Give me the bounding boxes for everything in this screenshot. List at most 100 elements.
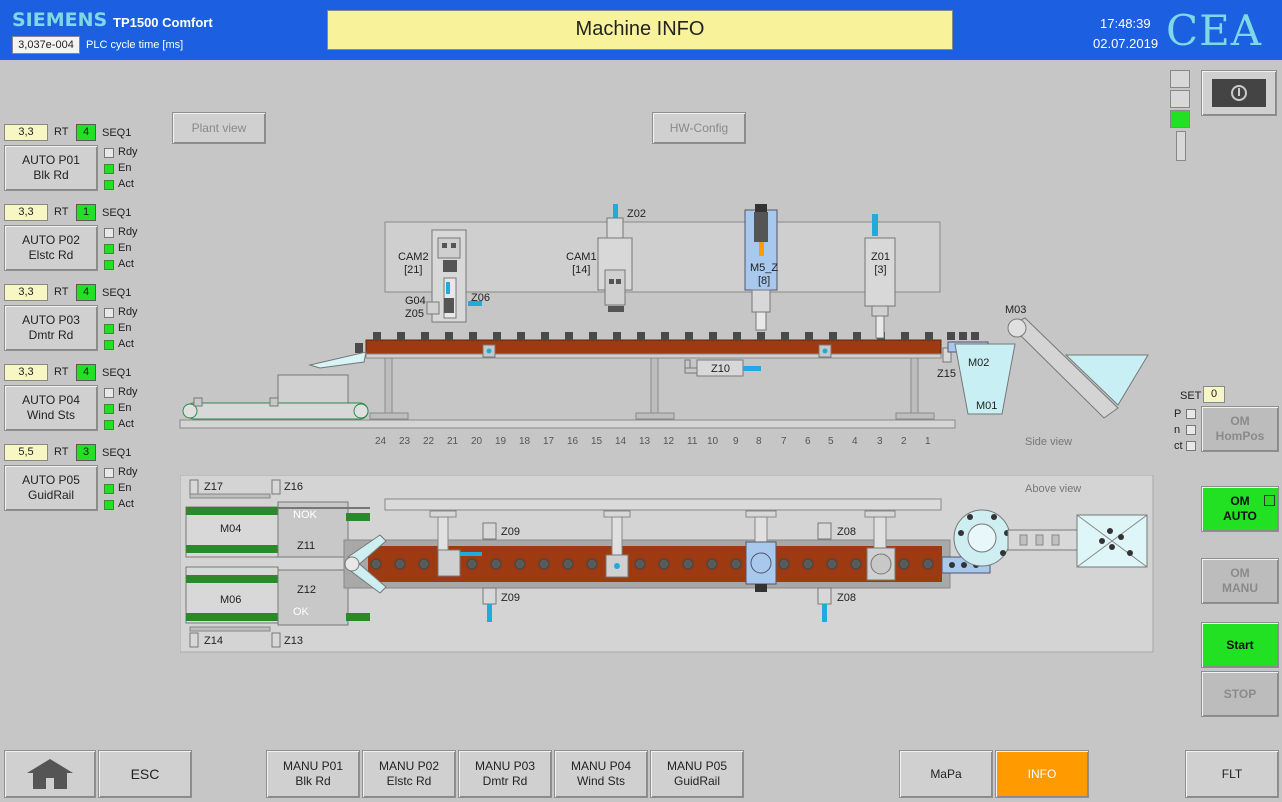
plant-view-button[interactable]: Plant view [172, 112, 266, 144]
station-rt-label: RT [54, 206, 69, 218]
position-number: 5 [828, 436, 834, 447]
position-number: 22 [423, 436, 435, 447]
rdy-indicator [104, 228, 114, 238]
home-button[interactable] [4, 750, 96, 798]
siemens-logo: SIEMENS [12, 9, 108, 31]
z09-top-label: Z09 [501, 526, 520, 538]
m5z-label: M5_Z [8] [750, 262, 779, 287]
z08-bottom-label: Z08 [837, 592, 856, 604]
om-manu-button[interactable]: OM MANU [1201, 558, 1279, 604]
station-auto-button[interactable]: AUTO P03 Dmtr Rd [4, 305, 98, 351]
position-number: 15 [591, 436, 603, 447]
position-number: 7 [781, 436, 787, 447]
z10-label: Z10 [711, 363, 730, 375]
station-value[interactable]: 3,3 [4, 284, 48, 301]
station-value[interactable]: 3,3 [4, 124, 48, 141]
rdy-label: Rdy [118, 146, 138, 158]
esc-button[interactable]: ESC [98, 750, 192, 798]
manu-p02-button[interactable]: MANU P02 Elstc Rd [362, 750, 456, 798]
z16-label: Z16 [284, 481, 303, 493]
manu-p04-button[interactable]: MANU P04 Wind Sts [554, 750, 648, 798]
rdy-indicator [104, 388, 114, 398]
station-seq-label: SEQ1 [102, 367, 132, 379]
info-button[interactable]: INFO [995, 750, 1089, 798]
position-number: 6 [805, 436, 811, 447]
level-bar [1176, 131, 1186, 161]
manu-p01-button[interactable]: MANU P01 Blk Rd [266, 750, 360, 798]
station-rt-label: RT [54, 126, 69, 138]
p-indicator [1186, 409, 1196, 419]
ct-label: ct [1174, 440, 1183, 452]
header-bar: SIEMENS TP1500 Comfort 3,037e-004 PLC cy… [0, 0, 1282, 60]
station-rt-label: RT [54, 286, 69, 298]
en-label: En [118, 482, 132, 494]
act-label: Act [118, 178, 134, 190]
position-number: 24 [375, 436, 387, 447]
flt-button[interactable]: FLT [1185, 750, 1279, 798]
rdy-label: Rdy [118, 386, 138, 398]
stop-button[interactable]: STOP [1201, 671, 1279, 717]
rdy-label: Rdy [118, 226, 138, 238]
position-number: 11 [687, 436, 698, 447]
position-number: 14 [615, 436, 627, 447]
cycle-time-label: PLC cycle time [ms] [86, 39, 184, 51]
rdy-indicator [104, 308, 114, 318]
manu-p05-button[interactable]: MANU P05 GuidRail [650, 750, 744, 798]
manu-p03-button[interactable]: MANU P03 Dmtr Rd [458, 750, 552, 798]
station-auto-button[interactable]: AUTO P01 Blk Rd [4, 145, 98, 191]
station-seq-label: SEQ1 [102, 207, 132, 219]
position-number: 20 [471, 436, 483, 447]
position-number: 9 [733, 436, 739, 447]
station-auto-button[interactable]: AUTO P05 GuidRail [4, 465, 98, 511]
position-number: 1 [925, 436, 931, 447]
n-label: n [1174, 424, 1181, 436]
om-hompos-button[interactable]: OM HomPos [1201, 406, 1279, 452]
indicator-lamp-1 [1170, 70, 1190, 88]
station-auto-button[interactable]: AUTO P02 Elstc Rd [4, 225, 98, 271]
position-number: 17 [543, 436, 555, 447]
position-number: 16 [567, 436, 579, 447]
station-count: 3 [76, 444, 96, 461]
z17-label: Z17 [204, 481, 223, 493]
station-value[interactable]: 3,3 [4, 364, 48, 381]
z15-label: Z15 [937, 368, 956, 380]
station-value[interactable]: 3,3 [4, 204, 48, 221]
position-number: 2 [901, 436, 907, 447]
en-label: En [118, 242, 132, 254]
ok-label: OK [293, 606, 309, 618]
station-count: 4 [76, 364, 96, 381]
act-indicator [104, 340, 114, 350]
z14-label: Z14 [204, 635, 223, 647]
p-label: P [1174, 408, 1182, 420]
om-auto-button[interactable]: OM AUTO [1201, 486, 1279, 532]
panel-model: TP1500 Comfort [113, 15, 213, 30]
mapa-button[interactable]: MaPa [899, 750, 993, 798]
above-view-diagram [180, 475, 1154, 653]
hw-config-button[interactable]: HW-Config [652, 112, 746, 144]
above-view-caption: Above view [1025, 483, 1082, 495]
station-value[interactable]: 5,5 [4, 444, 48, 461]
z08-top-label: Z08 [837, 526, 856, 538]
rdy-label: Rdy [118, 306, 138, 318]
clock-date: 02.07.2019 [1093, 36, 1159, 51]
station-seq-label: SEQ1 [102, 127, 132, 139]
m02-label: M02 [968, 357, 990, 369]
m01-label: M01 [976, 400, 998, 412]
position-number: 13 [639, 436, 651, 447]
power-button[interactable] [1201, 70, 1277, 116]
act-label: Act [118, 258, 134, 270]
indicator-lamp-2 [1170, 90, 1190, 108]
station-auto-button[interactable]: AUTO P04 Wind Sts [4, 385, 98, 431]
set-label: SET [1180, 390, 1202, 402]
station-rt-label: RT [54, 446, 69, 458]
act-indicator [104, 260, 114, 270]
act-indicator [104, 500, 114, 510]
home-icon [27, 759, 73, 789]
set-value[interactable]: 0 [1203, 386, 1225, 403]
z09-bottom-label: Z09 [501, 592, 520, 604]
act-label: Act [118, 498, 134, 510]
station-seq-label: SEQ1 [102, 447, 132, 459]
z05-label: Z05 [405, 308, 424, 320]
en-indicator [104, 484, 114, 494]
start-button[interactable]: Start [1201, 622, 1279, 668]
